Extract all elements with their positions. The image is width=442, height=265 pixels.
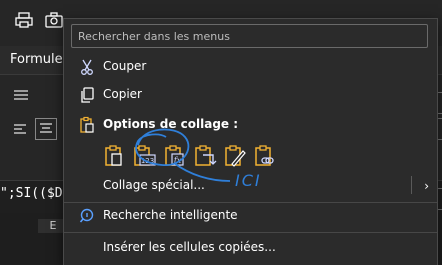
scissors-icon: [81, 59, 93, 75]
menu-divider: [64, 232, 437, 233]
paste-icon[interactable]: [101, 143, 127, 169]
align-top-icon[interactable]: [12, 88, 30, 104]
copy-icon: [81, 87, 94, 103]
align-center-button[interactable]: [35, 118, 57, 140]
menu-search-input[interactable]: Rechercher dans les menus: [71, 24, 428, 48]
annotation-text: ICI: [235, 171, 262, 190]
context-menu: Rechercher dans les menus Couper Copier …: [63, 18, 438, 265]
paste-formulas-icon[interactable]: fx: [161, 143, 187, 169]
svg-text:fx: fx: [173, 156, 182, 165]
paste-formatting-icon[interactable]: [221, 143, 247, 169]
menu-item-paste-special-label: Collage spécial...: [103, 178, 205, 192]
paste-transpose-icon[interactable]: [191, 143, 217, 169]
menu-item-copy-label: Copier: [103, 87, 142, 101]
menu-item-paste-options: Options de collage :: [64, 112, 437, 138]
camera-icon[interactable]: [44, 10, 64, 30]
print-icon[interactable]: [14, 10, 34, 30]
paste-icon: [80, 116, 94, 133]
menu-item-cut-label: Couper: [103, 59, 147, 73]
menu-item-smart-lookup-label: Recherche intelligente: [103, 208, 238, 222]
smart-lookup-icon: [79, 208, 94, 223]
chevron-right-icon[interactable]: ›: [424, 179, 429, 193]
svg-text:123: 123: [141, 157, 154, 165]
paste-link-icon[interactable]: [251, 143, 277, 169]
submenu-divider: [411, 176, 412, 194]
align-left-icon[interactable]: [12, 122, 30, 138]
align-center-icon: [40, 123, 52, 133]
paste-values-icon[interactable]: 123: [131, 143, 157, 169]
menu-item-insert-copied-label: Insérer les cellules copiées...: [103, 240, 276, 254]
menu-item-copy[interactable]: Copier: [64, 82, 437, 108]
tab-formules[interactable]: Formules: [10, 52, 69, 67]
formula-text[interactable]: ";SI(($D: [0, 186, 63, 201]
menu-item-smart-lookup[interactable]: Recherche intelligente: [64, 203, 437, 229]
menu-item-cut[interactable]: Couper: [64, 54, 437, 80]
menu-item-insert-copied-cells[interactable]: Insérer les cellules copiées...: [64, 235, 437, 261]
menu-item-paste-options-label: Options de collage :: [103, 117, 239, 131]
